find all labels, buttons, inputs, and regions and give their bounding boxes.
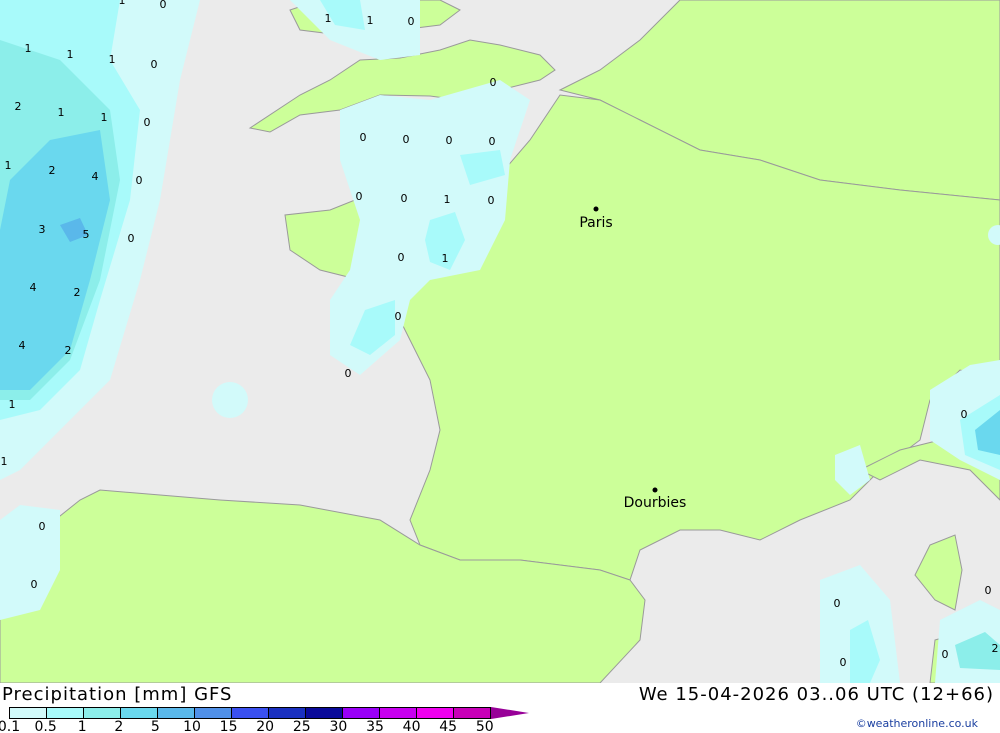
precip-value-label: 1 xyxy=(109,53,116,66)
precip-value-label: 0 xyxy=(408,15,415,28)
legend-swatch xyxy=(453,707,491,719)
legend-swatch xyxy=(416,707,453,719)
legend-tick: 20 xyxy=(256,719,275,733)
legend-tick: 10 xyxy=(183,719,201,733)
precip-value-label: 0 xyxy=(985,584,992,597)
precip-value-label: 0 xyxy=(160,0,167,11)
precip-value-label: 1 xyxy=(67,48,74,61)
color-scale xyxy=(9,707,529,719)
precip-value-label: 1 xyxy=(58,106,65,119)
city-marker-icon xyxy=(593,206,599,212)
precip-value-label: 1 xyxy=(9,398,16,411)
legend-tick: 30 xyxy=(329,719,348,733)
precip-value-label: 1 xyxy=(1,455,8,468)
legend-tick: 0.1 xyxy=(0,719,21,733)
legend-tick: 0.5 xyxy=(34,719,57,733)
precip-value-label: 0 xyxy=(395,310,402,323)
city-label: Dourbies xyxy=(624,495,687,511)
legend-tick: 45 xyxy=(439,719,458,733)
legend-swatch xyxy=(268,707,305,719)
legend-swatch xyxy=(83,707,120,719)
precip-value-label: 0 xyxy=(356,190,363,203)
legend-swatch xyxy=(379,707,416,719)
legend-swatch xyxy=(231,707,268,719)
precip-value-label: 4 xyxy=(30,281,37,294)
legend-tick: 40 xyxy=(402,719,421,733)
legend-tick: 50 xyxy=(475,719,494,733)
precip-value-label: 1 xyxy=(119,0,126,7)
legend-swatch xyxy=(46,707,83,719)
precip-value-label: 1 xyxy=(444,193,451,206)
precip-value-label: 0 xyxy=(834,597,841,610)
legend-tick: 5 xyxy=(150,719,160,733)
valid-time: We 15-04-2026 03..06 UTC (12+66) xyxy=(638,684,994,705)
precip-value-label: 0 xyxy=(446,134,453,147)
legend-swatch xyxy=(120,707,157,719)
legend-swatch xyxy=(194,707,231,719)
weather-map-view: 1011102110124035042421111000000001001000… xyxy=(0,0,1000,733)
precip-value-label: 1 xyxy=(101,111,108,124)
precip-value-label: 0 xyxy=(490,76,497,89)
precip-value-label: 0 xyxy=(401,192,408,205)
legend-tick: 25 xyxy=(292,719,311,733)
legend-tick: 1 xyxy=(77,719,87,733)
precip-value-label: 0 xyxy=(144,116,151,129)
precip-value-label: 0 xyxy=(31,578,38,591)
precip-value-label: 5 xyxy=(83,228,90,241)
precip-value-label: 0 xyxy=(128,232,135,245)
precip-value-label: 0 xyxy=(961,408,968,421)
city-label: Paris xyxy=(579,215,612,231)
legend-arrow-icon xyxy=(491,707,529,719)
color-scale-ticks: 0.1 0.5 1 2 5 10 15 20 25 30 35 40 45 50 xyxy=(0,719,520,733)
precip-value-label: 1 xyxy=(442,252,449,265)
precip-value-label: 2 xyxy=(15,100,22,113)
precip-value-label: 1 xyxy=(325,12,332,25)
legend-swatch xyxy=(342,707,379,719)
legend-title: Precipitation [mm] GFS xyxy=(2,684,233,705)
precip-value-label: 4 xyxy=(19,339,26,352)
legend-tick: 2 xyxy=(114,719,124,733)
precip-value-label: 1 xyxy=(25,42,32,55)
legend-tick: 35 xyxy=(366,719,384,733)
precip-value-label: 0 xyxy=(151,58,158,71)
city-marker-icon xyxy=(652,487,658,493)
precip-value-label: 0 xyxy=(840,656,847,669)
precipitation-map[interactable]: 1 0 1 1 1 0 2 1 1 0 1 2 4 0 3 5 0 4 2 4 2 1 1 1 1 0 0 0 0 0 0 0 0 1 0 0 1 0 0 0… xyxy=(0,0,1000,683)
legend-swatch xyxy=(9,707,46,719)
precip-value-label: 0 xyxy=(488,194,495,207)
precip-value-label: 0 xyxy=(489,135,496,148)
precip-value-label: 0 xyxy=(345,367,352,380)
precip-value-label: 0 xyxy=(136,174,143,187)
precip-value-label: 2 xyxy=(992,642,999,655)
precip-value-label: 3 xyxy=(39,223,46,236)
precip-value-label: 0 xyxy=(403,133,410,146)
precip-value-label: 1 xyxy=(367,14,374,27)
precip-value-label: 2 xyxy=(65,344,72,357)
legend-tick: 15 xyxy=(219,719,238,733)
precip-value-label: 2 xyxy=(74,286,81,299)
precip-value-label: 1 xyxy=(5,159,12,172)
precip-value-label: 0 xyxy=(360,131,367,144)
legend-swatch xyxy=(157,707,194,719)
precip-value-label: 4 xyxy=(92,170,99,183)
precip-value-label: 2 xyxy=(49,164,56,177)
credit-link[interactable]: ©weatheronline.co.uk xyxy=(856,717,978,730)
precip-value-label: 0 xyxy=(39,520,46,533)
legend-swatch xyxy=(305,707,342,719)
precip-value-label: 0 xyxy=(398,251,405,264)
precip-value-label: 0 xyxy=(942,648,949,661)
